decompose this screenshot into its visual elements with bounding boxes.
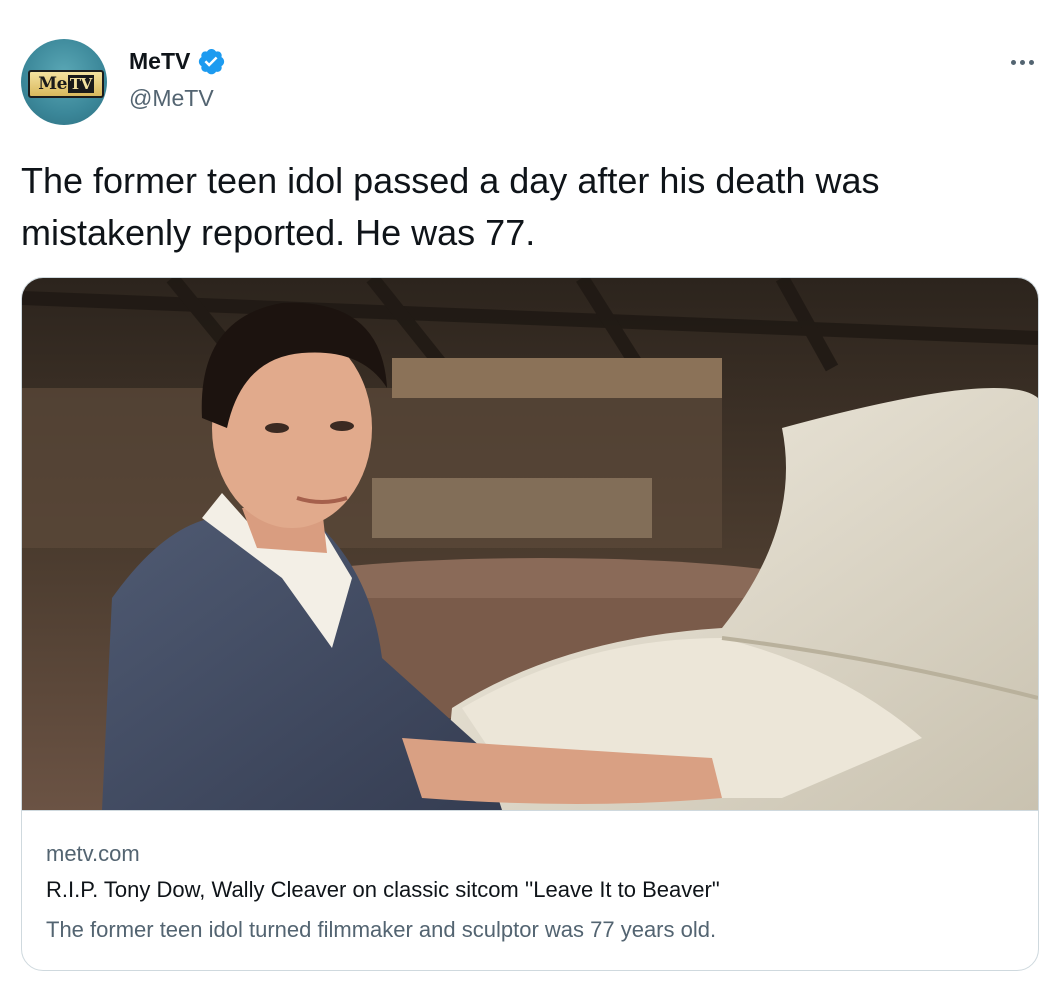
card-image[interactable] <box>22 278 1038 810</box>
author-name-row[interactable]: MeTV <box>129 46 226 76</box>
more-horizontal-icon[interactable] <box>1005 52 1039 72</box>
card-description: The former teen idol turned filmmaker an… <box>46 917 717 942</box>
card-photo <box>22 278 1038 810</box>
metv-logo: Me TV <box>28 70 104 98</box>
link-card[interactable]: metv.com R.I.P. Tony Dow, Wally Cleaver … <box>21 277 1039 971</box>
card-meta[interactable]: metv.com R.I.P. Tony Dow, Wally Cleaver … <box>22 810 1038 970</box>
author-name[interactable]: MeTV <box>129 48 190 75</box>
avatar[interactable]: Me TV <box>21 39 107 125</box>
tweet-text: The former teen idol passed a day after … <box>21 160 880 253</box>
verified-badge-icon <box>199 49 225 75</box>
author-handle[interactable]: @MeTV <box>129 85 214 112</box>
card-title[interactable]: R.I.P. Tony Dow, Wally Cleaver on classi… <box>46 877 720 903</box>
card-domain[interactable]: metv.com <box>46 841 140 867</box>
